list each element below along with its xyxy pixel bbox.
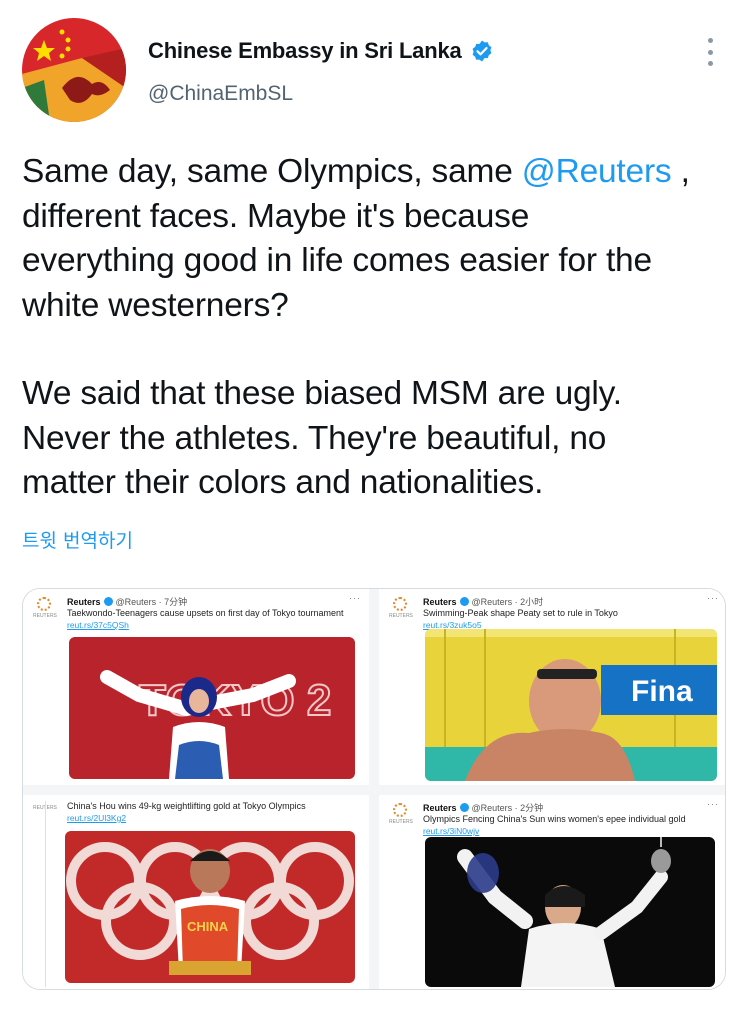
swimming-photo: Fina [425, 629, 717, 781]
tweet-text: Same day, same Olympics, same @Reuters ,… [22, 150, 732, 506]
embedded-tweet-header: Reuters @Reuters · 2小时 [423, 595, 543, 608]
handle[interactable]: @ChinaEmbSL [148, 82, 293, 106]
embedded-meta: @Reuters · 2分钟 [471, 803, 544, 813]
media-image-1[interactable]: REUTERS Reuters @Reuters · 7分钟 ··· Taekwo… [23, 589, 369, 785]
mention-link[interactable]: @Reuters [522, 153, 672, 190]
logo-caption: REUTERS [33, 613, 57, 619]
embedded-source: Reuters [67, 596, 101, 607]
photo-backdrop-text: CHINA [187, 919, 229, 934]
logo-caption: REUTERS [33, 805, 57, 811]
embedded-meta: @Reuters · 2小时 [471, 597, 544, 607]
embedded-link: reut.rs/37c5QSh [67, 620, 129, 630]
embedded-meta: @Reuters · 7分钟 [115, 597, 188, 607]
embedded-headline: Swimming-Peak shape Peaty set to rule in… [423, 608, 618, 618]
name-row: Chinese Embassy in Sri Lanka [148, 38, 494, 64]
media-image-4[interactable]: REUTERS Reuters @Reuters · 2分钟 ··· Olympi… [379, 795, 725, 989]
embedded-headline: China's Hou wins 49-kg weightlifting gol… [67, 801, 306, 811]
embedded-link: reut.rs/2Ul3Kg2 [67, 813, 127, 823]
embedded-source: Reuters [423, 802, 457, 813]
logo-caption: REUTERS [389, 613, 413, 619]
tweet-header: Chinese Embassy in Sri Lanka @ChinaEmbSL [22, 18, 726, 124]
reuters-logo-icon: REUTERS [389, 803, 413, 833]
tweet-paragraph-1: Same day, same Olympics, same @Reuters ,… [22, 150, 732, 328]
media-divider [23, 785, 725, 795]
display-name[interactable]: Chinese Embassy in Sri Lanka [148, 38, 462, 64]
logo-caption: REUTERS [389, 819, 413, 825]
tweet-paragraph-2: We said that these biased MSM are ugly. … [22, 375, 622, 501]
reuters-logo-icon: REUTERS [33, 597, 57, 627]
verified-badge-icon [459, 597, 469, 606]
weightlifting-photo: CHINA [65, 831, 355, 983]
translate-tweet-link[interactable]: 트윗 번역하기 [22, 526, 133, 553]
embedded-headline: Olympics Fencing China's Sun wins women'… [423, 814, 686, 824]
avatar[interactable] [22, 18, 126, 122]
verified-badge-icon [103, 597, 113, 606]
embedded-tweet-header: Reuters @Reuters · 2分钟 [423, 801, 543, 814]
fencing-photo [425, 837, 715, 987]
embedded-link: reut.rs/3iN0wjv [423, 826, 480, 836]
verified-badge-icon [470, 39, 494, 63]
tweet-text-segment: Same day, same Olympics, same [22, 153, 522, 190]
embedded-source: Reuters [423, 596, 457, 607]
more-options-icon[interactable] [704, 38, 716, 66]
more-options-icon: ··· [707, 799, 719, 809]
verified-badge-icon [459, 803, 469, 812]
embedded-tweet-header: Reuters @Reuters · 7分钟 [67, 595, 187, 608]
photo-backdrop-text: Fina [631, 675, 693, 708]
taekwondo-photo: TOKYO 2 [69, 637, 355, 779]
media-image-2[interactable]: REUTERS Reuters @Reuters · 2小时 ··· Swimmi… [379, 589, 725, 785]
reuters-logo-icon: REUTERS [33, 803, 57, 833]
media-image-3[interactable]: REUTERS China's Hou wins 49-kg weightlif… [23, 795, 369, 989]
more-options-icon: ··· [349, 593, 361, 603]
embedded-headline: Taekwondo-Teenagers cause upsets on firs… [67, 608, 344, 618]
reuters-logo-icon: REUTERS [389, 597, 413, 627]
more-options-icon: ··· [707, 593, 719, 603]
thread-line [45, 801, 46, 987]
media-grid[interactable]: REUTERS Reuters @Reuters · 7分钟 ··· Taekwo… [22, 588, 726, 990]
